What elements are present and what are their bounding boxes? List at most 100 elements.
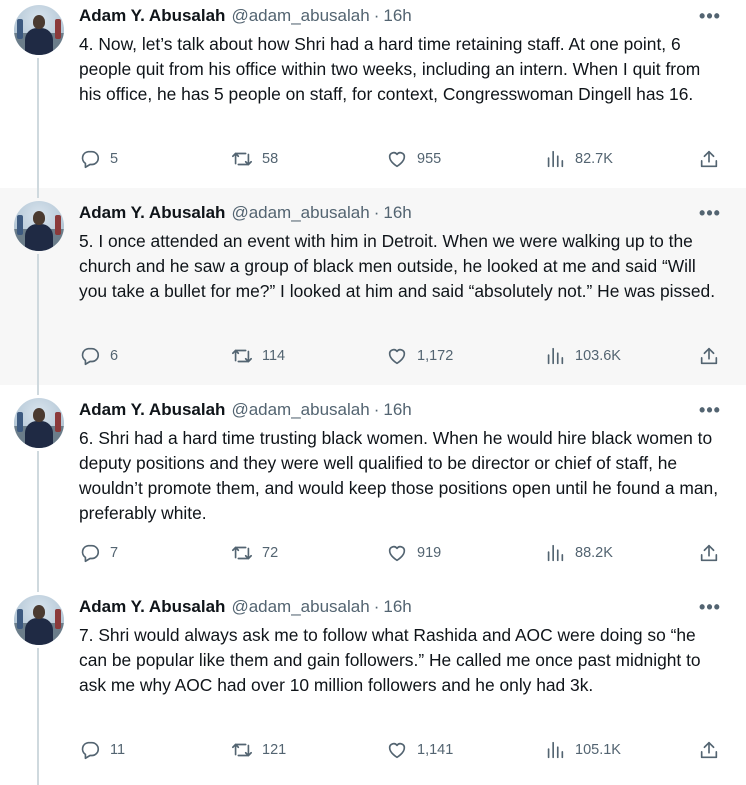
timestamp[interactable]: 16h (383, 400, 411, 420)
timestamp[interactable]: 16h (383, 203, 411, 223)
views-button[interactable]: 88.2K (544, 541, 613, 565)
share-icon (700, 741, 718, 759)
thread-timeline: Adam Y. Abusalah @adam_abusalah · 16h ••… (0, 0, 746, 785)
author-handle[interactable]: @adam_abusalah (231, 203, 369, 223)
like-button[interactable]: 919 (386, 541, 441, 565)
tweet-actions: 7 72 919 88.2K (0, 541, 746, 565)
views-button[interactable]: 105.1K (544, 738, 621, 762)
tweet-actions: 11 121 1,141 105.1K (0, 738, 746, 762)
repost-button[interactable]: 58 (231, 147, 278, 171)
share-button[interactable] (698, 147, 720, 171)
author-handle[interactable]: @adam_abusalah (231, 597, 369, 617)
reply-count: 7 (110, 545, 119, 561)
repost-button[interactable]: 114 (231, 344, 285, 368)
more-horizontal-icon[interactable]: ••• (697, 596, 723, 618)
author-name[interactable]: Adam Y. Abusalah (79, 597, 225, 617)
tweet-header: Adam Y. Abusalah @adam_abusalah · 16h (79, 399, 412, 421)
like-button[interactable]: 1,172 (386, 344, 453, 368)
reply-count: 6 (110, 348, 119, 364)
tweet-header: Adam Y. Abusalah @adam_abusalah · 16h (79, 202, 412, 224)
like-button[interactable]: 955 (386, 147, 441, 171)
analytics-icon (547, 741, 564, 759)
thread-connector (37, 582, 39, 592)
timestamp[interactable]: 16h (383, 6, 411, 26)
share-icon (700, 544, 718, 562)
reply-count: 11 (110, 742, 126, 758)
author-name[interactable]: Adam Y. Abusalah (79, 6, 225, 26)
like-button[interactable]: 1,141 (386, 738, 453, 762)
heart-icon (388, 742, 406, 759)
tweet-4[interactable]: Adam Y. Abusalah @adam_abusalah · 16h ••… (0, 0, 746, 188)
repost-button[interactable]: 121 (231, 738, 286, 762)
repost-count: 121 (262, 742, 287, 758)
repost-icon (232, 152, 252, 166)
avatar[interactable] (14, 398, 64, 448)
reply-icon (81, 544, 100, 563)
tweet-text: 4. Now, let’s talk about how Shri had a … (79, 34, 701, 104)
view-count: 105.1K (575, 742, 621, 758)
like-count: 955 (417, 151, 442, 167)
tweet-header: Adam Y. Abusalah @adam_abusalah · 16h (79, 596, 412, 618)
separator: · (373, 597, 380, 616)
tweet-text: 5. I once attended an event with him in … (79, 231, 716, 301)
avatar[interactable] (14, 595, 64, 645)
reply-icon (81, 150, 100, 169)
reply-button[interactable]: 5 (79, 147, 118, 171)
analytics-icon (547, 347, 564, 365)
repost-button[interactable]: 72 (231, 541, 278, 565)
repost-icon (232, 546, 252, 560)
repost-count: 58 (262, 151, 279, 167)
share-button[interactable] (698, 344, 720, 368)
view-count: 82.7K (575, 151, 613, 167)
repost-count: 114 (262, 348, 286, 364)
tweet-actions: 5 58 955 82.7K (0, 147, 746, 171)
reply-count: 5 (110, 151, 119, 167)
thread-connector (37, 385, 39, 395)
view-count: 88.2K (575, 545, 613, 561)
reply-icon (81, 347, 100, 366)
tweet-text: 6. Shri had a hard time trusting black w… (79, 428, 719, 523)
repost-icon (232, 349, 252, 363)
author-name[interactable]: Adam Y. Abusalah (79, 203, 225, 223)
tweet-5[interactable]: Adam Y. Abusalah @adam_abusalah · 16h ••… (0, 188, 746, 385)
views-button[interactable]: 82.7K (544, 147, 613, 171)
analytics-icon (547, 544, 564, 562)
reply-button[interactable]: 11 (79, 738, 125, 762)
like-count: 1,141 (417, 742, 454, 758)
separator: · (373, 400, 380, 419)
repost-count: 72 (262, 545, 279, 561)
thread-connector (37, 188, 39, 198)
thread-connector (37, 648, 39, 785)
like-count: 919 (417, 545, 442, 561)
tweet-actions: 6 114 1,172 103.6K (0, 344, 746, 368)
share-button[interactable] (698, 738, 720, 762)
view-count: 103.6K (575, 348, 621, 364)
more-horizontal-icon[interactable]: ••• (697, 399, 723, 421)
tweet-7[interactable]: Adam Y. Abusalah @adam_abusalah · 16h ••… (0, 582, 746, 785)
author-handle[interactable]: @adam_abusalah (231, 400, 369, 420)
timestamp[interactable]: 16h (383, 597, 411, 617)
more-horizontal-icon[interactable]: ••• (697, 202, 723, 224)
heart-icon (388, 348, 406, 365)
avatar[interactable] (14, 201, 64, 251)
analytics-icon (547, 150, 564, 168)
repost-icon (232, 743, 252, 757)
heart-icon (388, 151, 406, 168)
views-button[interactable]: 103.6K (544, 344, 621, 368)
more-horizontal-icon[interactable]: ••• (697, 5, 723, 27)
share-button[interactable] (698, 541, 720, 565)
tweet-text: 7. Shri would always ask me to follow wh… (79, 625, 701, 695)
author-handle[interactable]: @adam_abusalah (231, 6, 369, 26)
reply-icon (81, 741, 100, 760)
share-icon (700, 347, 718, 365)
reply-button[interactable]: 6 (79, 344, 118, 368)
separator: · (373, 203, 380, 222)
share-icon (700, 150, 718, 168)
tweet-6[interactable]: Adam Y. Abusalah @adam_abusalah · 16h ••… (0, 385, 746, 582)
separator: · (373, 6, 380, 25)
tweet-header: Adam Y. Abusalah @adam_abusalah · 16h (79, 5, 412, 27)
like-count: 1,172 (417, 348, 454, 364)
author-name[interactable]: Adam Y. Abusalah (79, 400, 225, 420)
avatar[interactable] (14, 5, 64, 55)
reply-button[interactable]: 7 (79, 541, 118, 565)
